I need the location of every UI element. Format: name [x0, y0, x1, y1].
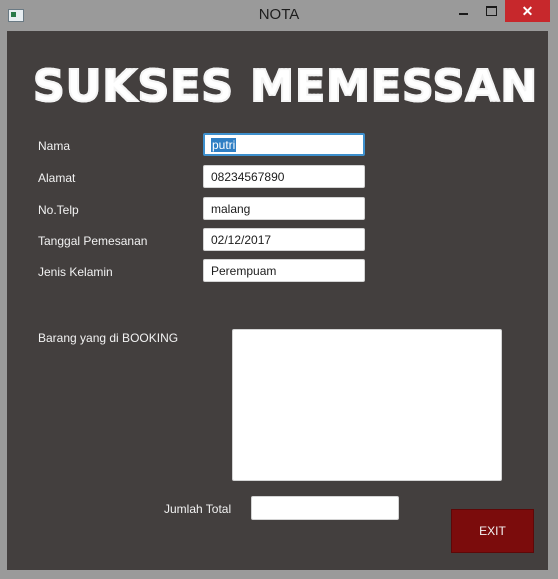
form-panel: SUKSES MEMESSAN Nama putri Alamat 082345… [7, 31, 548, 570]
page-title: SUKSES MEMESSAN [32, 60, 539, 113]
kelamin-label: Jenis Kelamin [38, 265, 113, 279]
total-input[interactable] [251, 496, 399, 520]
nama-input-value: putri [211, 138, 237, 152]
maximize-button[interactable] [478, 0, 504, 22]
alamat-label: Alamat [38, 171, 76, 185]
telp-label: No.Telp [38, 203, 79, 217]
minimize-icon [458, 13, 468, 15]
tanggal-input[interactable]: 02/12/2017 [203, 228, 365, 251]
barang-label: Barang yang di BOOKING [38, 331, 179, 345]
close-icon: ✕ [521, 2, 534, 19]
barang-textarea[interactable] [232, 329, 502, 481]
title-bar[interactable]: NOTA ✕ [0, 0, 558, 31]
nama-label: Nama [38, 139, 71, 153]
tanggal-label: Tanggal Pemesanan [38, 234, 148, 248]
maximize-icon [485, 6, 497, 16]
nama-input[interactable]: putri [203, 133, 365, 156]
minimize-button[interactable] [450, 0, 476, 22]
total-label: Jumlah Total [164, 502, 232, 516]
nota-window: NOTA ✕ SUKSES MEMESSAN Nama putri Alamat… [0, 0, 558, 579]
exit-button[interactable]: EXIT [451, 509, 534, 553]
telp-input[interactable]: malang [203, 197, 365, 220]
alamat-input[interactable]: 08234567890 [203, 165, 365, 188]
close-button[interactable]: ✕ [505, 0, 550, 22]
kelamin-input[interactable]: Perempuam [203, 259, 365, 282]
